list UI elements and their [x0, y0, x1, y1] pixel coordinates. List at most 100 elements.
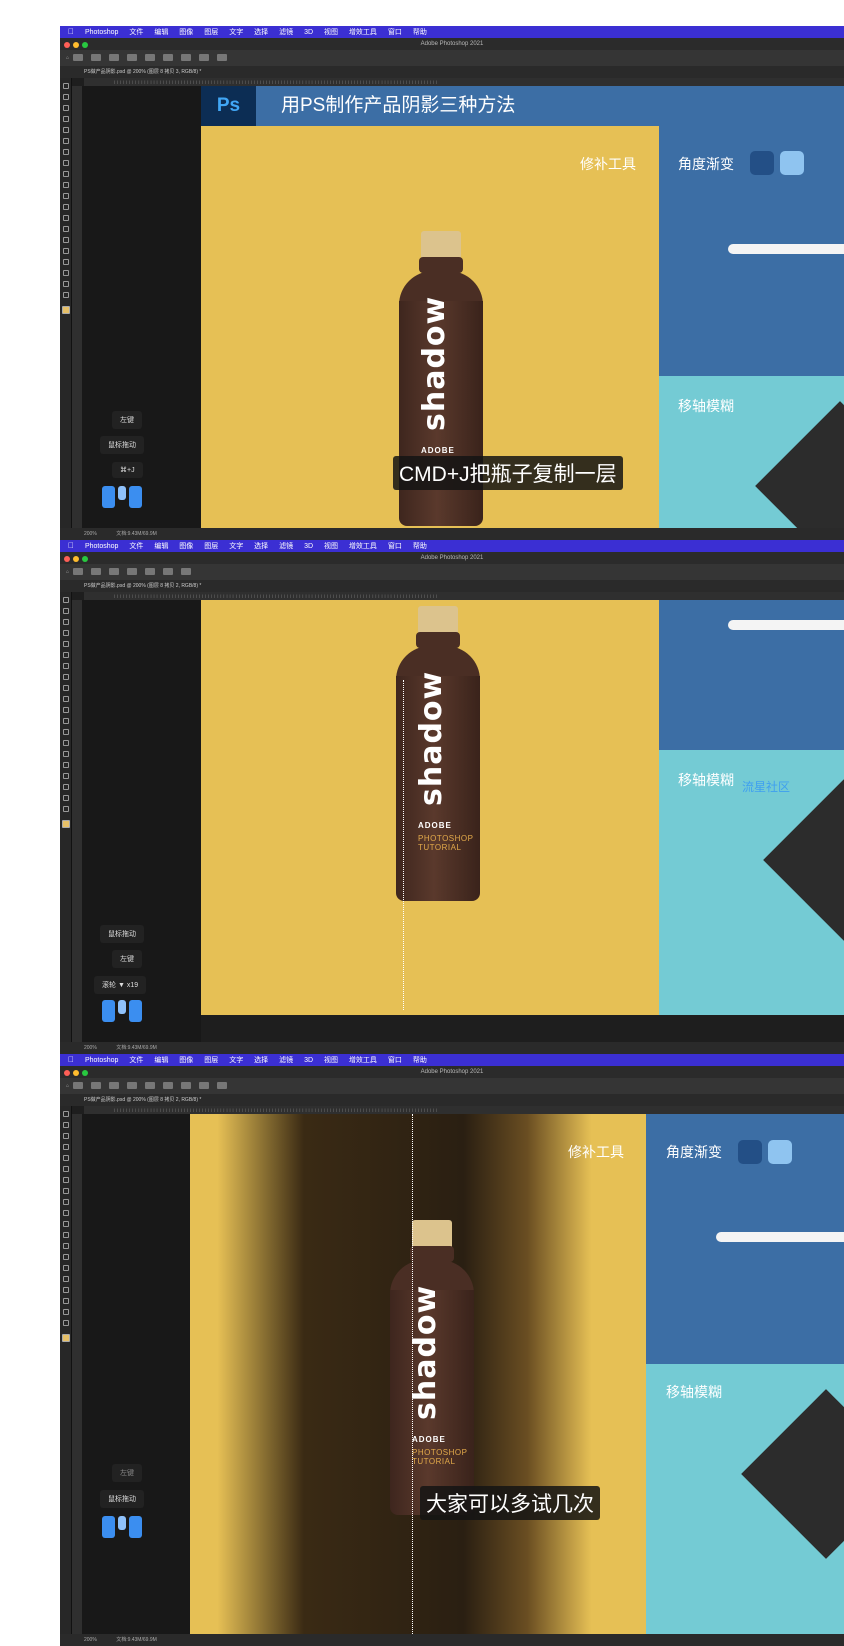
history-brush-icon[interactable] [62, 696, 69, 702]
crop-tool-icon[interactable] [62, 127, 69, 133]
type-tool-icon[interactable] [62, 762, 69, 768]
hand-tool-icon[interactable] [62, 795, 69, 801]
menu-view[interactable]: 视图 [324, 27, 338, 38]
minimize-icon[interactable] [73, 556, 79, 562]
zoom-icon[interactable] [82, 1070, 88, 1076]
blur-tool-icon[interactable] [62, 1243, 69, 1249]
shape-tool-icon[interactable] [62, 1298, 69, 1304]
menu-3d[interactable]: 3D [304, 541, 313, 552]
stamp-tool-icon[interactable] [62, 171, 69, 177]
lasso-tool-icon[interactable] [62, 1133, 69, 1139]
stamp-tool-icon[interactable] [62, 1199, 69, 1205]
menu-filter[interactable]: 滤镜 [279, 541, 293, 552]
align-left-icon[interactable] [145, 54, 156, 62]
menu-window[interactable]: 窗口 [388, 27, 402, 38]
angle-gradient-icon[interactable] [145, 1082, 156, 1090]
magic-wand-icon[interactable] [62, 116, 69, 122]
menu-photoshop[interactable]: Photoshop [85, 541, 118, 552]
path-select-icon[interactable] [62, 259, 69, 265]
new-selection-icon[interactable] [91, 568, 102, 576]
align-center-icon[interactable] [163, 54, 174, 62]
eyedropper-icon[interactable] [62, 138, 69, 144]
layer-dropdown[interactable] [109, 54, 120, 62]
move-tool-icon[interactable] [62, 1111, 69, 1117]
crop-tool-icon[interactable] [62, 1155, 69, 1161]
gradient-tool-icon[interactable] [62, 1232, 69, 1238]
auto-select-checkbox[interactable] [91, 54, 102, 62]
zoom-tool-icon[interactable] [62, 806, 69, 812]
marquee-tool-icon[interactable] [62, 1122, 69, 1128]
close-icon[interactable] [64, 42, 70, 48]
history-brush-icon[interactable] [62, 182, 69, 188]
zoom-icon[interactable] [82, 556, 88, 562]
opacity-field[interactable] [181, 1082, 192, 1090]
gradient-tool-icon[interactable] [62, 204, 69, 210]
brush-tool-icon[interactable] [62, 160, 69, 166]
eraser-icon[interactable] [62, 193, 69, 199]
transform-controls-checkbox[interactable] [127, 54, 138, 62]
marquee-tool-icon[interactable] [62, 94, 69, 100]
pen-tool-icon[interactable] [62, 237, 69, 243]
menu-image[interactable]: 图像 [179, 541, 193, 552]
menu-3d[interactable]: 3D [304, 27, 313, 38]
zoom-icon[interactable] [82, 42, 88, 48]
menu-edit[interactable]: 编辑 [154, 27, 168, 38]
status-zoom[interactable]: 200% [84, 1045, 97, 1051]
foreground-color-swatch[interactable] [61, 1334, 70, 1342]
healing-brush-icon[interactable] [62, 149, 69, 155]
pen-tool-icon[interactable] [62, 751, 69, 757]
document-tab[interactable]: PS做产品阴影.psd @ 200% (图层 8 拷贝 2, RGB/8) * [60, 1094, 844, 1106]
gradient-tool-icon[interactable] [62, 718, 69, 724]
eraser-icon[interactable] [62, 1221, 69, 1227]
zoom-tool-icon[interactable] [62, 292, 69, 298]
menu-3d[interactable]: 3D [304, 1055, 313, 1066]
move-tool-icon[interactable] [62, 597, 69, 603]
move-tool-icon[interactable] [73, 54, 84, 62]
menu-help[interactable]: 帮助 [413, 27, 427, 38]
blur-tool-icon[interactable] [62, 215, 69, 221]
apple-icon[interactable]:  [68, 540, 74, 552]
menu-layer[interactable]: 图层 [204, 27, 218, 38]
menu-filter[interactable]: 滤镜 [279, 1055, 293, 1066]
lasso-tool-icon[interactable] [62, 619, 69, 625]
menu-layer[interactable]: 图层 [204, 1055, 218, 1066]
type-tool-icon[interactable] [62, 248, 69, 254]
dodge-tool-icon[interactable] [62, 740, 69, 746]
lasso-tool-icon[interactable] [62, 105, 69, 111]
radial-gradient-icon[interactable] [127, 1082, 138, 1090]
menu-select[interactable]: 选择 [254, 541, 268, 552]
menu-select[interactable]: 选择 [254, 27, 268, 38]
document-tab[interactable]: PS做产品阴影.psd @ 200% (图层 8 拷贝 3, RGB/8) * [60, 66, 844, 78]
menu-filter[interactable]: 滤镜 [279, 27, 293, 38]
foreground-color-swatch[interactable] [61, 306, 70, 314]
path-select-icon[interactable] [62, 1287, 69, 1293]
stamp-tool-icon[interactable] [62, 685, 69, 691]
menu-type[interactable]: 文字 [229, 541, 243, 552]
document-tab[interactable]: PS做产品阴影.psd @ 200% (图层 8 拷贝 2, RGB/8) * [60, 580, 844, 592]
history-brush-icon[interactable] [62, 1210, 69, 1216]
menu-help[interactable]: 帮助 [413, 1055, 427, 1066]
apple-icon[interactable]:  [68, 1054, 74, 1066]
distribute-icon[interactable] [199, 54, 210, 62]
gradient-tool-icon[interactable] [73, 1082, 84, 1090]
menu-image[interactable]: 图像 [179, 1055, 193, 1066]
menu-plugins[interactable]: 增效工具 [349, 1055, 377, 1066]
blur-tool-icon[interactable] [62, 729, 69, 735]
zoom-tool-icon[interactable] [62, 1320, 69, 1326]
menu-photoshop[interactable]: Photoshop [85, 1055, 118, 1066]
menu-type[interactable]: 文字 [229, 27, 243, 38]
menu-edit[interactable]: 编辑 [154, 1055, 168, 1066]
feather-field[interactable] [145, 568, 156, 576]
antialias-checkbox[interactable] [163, 568, 174, 576]
menu-file[interactable]: 文件 [129, 27, 143, 38]
menu-image[interactable]: 图像 [179, 27, 193, 38]
type-tool-icon[interactable] [62, 1276, 69, 1282]
lasso-tool-icon[interactable] [73, 568, 84, 576]
brush-tool-icon[interactable] [62, 1188, 69, 1194]
select-mask-button[interactable] [181, 568, 192, 576]
subtract-selection-icon[interactable] [127, 568, 138, 576]
close-icon[interactable] [64, 1070, 70, 1076]
dither-checkbox[interactable] [217, 1082, 228, 1090]
gradient-preset-dropdown[interactable] [91, 1082, 102, 1090]
menu-window[interactable]: 窗口 [388, 1055, 402, 1066]
